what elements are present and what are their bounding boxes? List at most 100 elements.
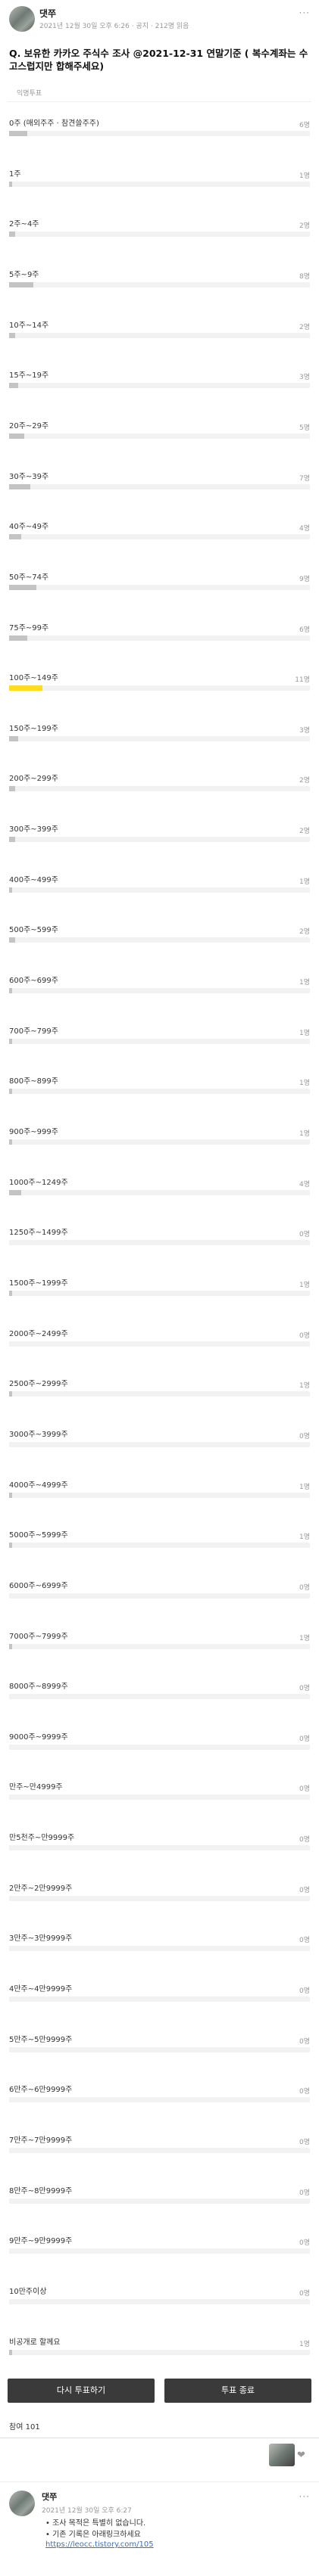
poll-option[interactable]: 400주~499주 1명 [8,862,311,906]
poll-option[interactable]: 300주~399주 2명 [8,812,311,856]
comment-more-icon[interactable]: ··· [299,2491,310,2502]
poll-option[interactable]: 7만주~7만9999주 0명 [8,2123,311,2167]
poll-option[interactable]: 0주 (매외주주 · 참견쓸주주) 6명 [8,106,311,150]
close-poll-button[interactable]: 투표 종료 [164,2379,311,2403]
poll-option-count[interactable]: 0명 [299,2136,310,2146]
poll-option-count[interactable]: 0명 [299,1733,310,1743]
poll-option[interactable]: 30주~39주 7명 [8,459,311,503]
revote-button[interactable]: 다시 투표하기 [8,2379,155,2403]
poll-option[interactable]: 75주~99주 6명 [8,611,311,654]
poll-option-count[interactable]: 0명 [299,1934,310,1944]
poll-option-count[interactable]: 1명 [299,1027,310,1037]
reactor-thumbnail[interactable] [269,2444,295,2466]
poll-option[interactable]: 1000주~1249주 4명 [8,1165,311,1209]
poll-option[interactable]: 9000주~9999주 0명 [8,1720,311,1763]
poll-option-count[interactable]: 7명 [299,473,310,483]
poll-option[interactable]: 5만주~5만9999주 0명 [8,2022,311,2066]
poll-option[interactable]: 2000주~2499주 0명 [8,1316,311,1360]
poll-option-count[interactable]: 6명 [299,120,310,129]
poll-option-count[interactable]: 2명 [299,825,310,835]
poll-option-count[interactable]: 11명 [295,674,310,684]
poll-option-count[interactable]: 0명 [299,1431,310,1440]
comment-link[interactable]: https://leocc.tistory.com/105 [45,2540,154,2549]
poll-option[interactable]: 7000주~7999주 1명 [8,1619,311,1663]
poll-option-count[interactable]: 0명 [299,1683,310,1692]
poll-option[interactable]: 8000주~8999주 0명 [8,1669,311,1713]
poll-option[interactable]: 50주~74주 9명 [8,560,311,604]
author-name[interactable]: 댓쭈 [39,7,56,20]
poll-option[interactable]: 2주~4주 2명 [8,207,311,250]
poll-option[interactable]: 700주~799주 1명 [8,1014,311,1058]
poll-option-count[interactable]: 0명 [299,2237,310,2247]
poll-option-count[interactable]: 0명 [299,1229,310,1238]
poll-option-count[interactable]: 1명 [299,1531,310,1541]
poll-option-count[interactable]: 1명 [299,1128,310,1138]
poll-option-count[interactable]: 6명 [299,624,310,634]
poll-option[interactable]: 150주~199주 3명 [8,711,311,755]
poll-option-count[interactable]: 4명 [299,523,310,533]
poll-option-count[interactable]: 1명 [299,2338,310,2348]
poll-option[interactable]: 800주~899주 1명 [8,1064,311,1108]
poll-option[interactable]: 15주~19주 3명 [8,358,311,402]
poll-option-count[interactable]: 2명 [299,775,310,785]
poll-option-count[interactable]: 0명 [299,2086,310,2096]
poll-option-count[interactable]: 5명 [299,422,310,432]
poll-option[interactable]: 3만주~3만9999주 0명 [8,1921,311,1965]
poll-option[interactable]: 4000주~4999주 1명 [8,1468,311,1512]
poll-option[interactable]: 2만주~2만9999주 0명 [8,1871,311,1915]
poll-option[interactable]: 100주~149주 11명 [8,660,311,704]
poll-option[interactable]: 8만주~8만9999주 0명 [8,2174,311,2217]
poll-option[interactable]: 2500주~2999주 1명 [8,1366,311,1410]
voter-count[interactable]: 참여 101 [9,2420,40,2432]
poll-option[interactable]: 1주 1명 [8,157,311,200]
poll-option[interactable]: 만주~만4999주 0명 [8,1770,311,1813]
author-avatar[interactable] [9,6,35,32]
poll-option[interactable]: 5주~9주 8명 [8,257,311,301]
poll-option-count[interactable]: 0명 [299,1330,310,1340]
poll-option-count[interactable]: 0명 [299,1582,310,1592]
poll-option[interactable]: 6000주~6999주 0명 [8,1568,311,1612]
poll-option-count[interactable]: 3명 [299,371,310,381]
poll-option[interactable]: 1500주~1999주 1명 [8,1266,311,1310]
poll-option-count[interactable]: 2명 [299,926,310,936]
poll-option[interactable]: 만5천주~만9999주 0명 [8,1820,311,1864]
poll-option-count[interactable]: 1명 [299,170,310,180]
poll-option-count[interactable]: 2명 [299,322,310,331]
poll-option[interactable]: 200주~299주 2명 [8,761,311,805]
poll-option[interactable]: 20주~29주 5명 [8,409,311,452]
poll-option-count[interactable]: 1명 [299,977,310,987]
reaction-icon[interactable]: ❤ [297,2450,305,2461]
poll-option[interactable]: 5000주~5999주 1명 [8,1518,311,1561]
poll-option-count[interactable]: 8명 [299,271,310,281]
poll-option[interactable]: 1250주~1499주 0명 [8,1215,311,1259]
poll-option[interactable]: 500주~599주 2명 [8,912,311,956]
poll-option[interactable]: 6만주~6만9999주 0명 [8,2072,311,2116]
poll-option[interactable]: 900주~999주 1명 [8,1114,311,1158]
poll-option-count[interactable]: 0명 [299,2288,310,2298]
poll-option-count[interactable]: 0명 [299,1834,310,1844]
poll-option-count[interactable]: 9명 [299,573,310,583]
poll-option-count[interactable]: 1명 [299,1077,310,1087]
poll-option-count[interactable]: 4명 [299,1179,310,1189]
poll-option-count[interactable]: 1명 [299,1279,310,1289]
poll-option[interactable]: 9만주~9만9999주 0명 [8,2223,311,2267]
poll-option[interactable]: 비공개로 할께요 1명 [8,2325,311,2369]
comment-avatar[interactable] [9,2491,35,2516]
poll-option-count[interactable]: 1명 [299,1633,310,1642]
poll-option[interactable]: 40주~49주 4명 [8,509,311,553]
poll-option[interactable]: 10주~14주 2명 [8,308,311,352]
poll-option-count[interactable]: 2명 [299,220,310,230]
poll-option[interactable]: 4만주~4만9999주 0명 [8,1972,311,2015]
poll-option-count[interactable]: 3명 [299,725,310,735]
comment-author[interactable]: 댓쭈 [42,2491,57,2503]
poll-option[interactable]: 10만주이상 0명 [8,2274,311,2318]
poll-option-count[interactable]: 0명 [299,1985,310,1995]
more-menu-icon[interactable]: ··· [299,8,310,18]
poll-option-count[interactable]: 1명 [299,1481,310,1491]
poll-option-count[interactable]: 0명 [299,2036,310,2046]
poll-option-count[interactable]: 0명 [299,1783,310,1793]
poll-option[interactable]: 600주~699주 1명 [8,963,311,1007]
poll-option-count[interactable]: 0명 [299,1885,310,1894]
poll-option-count[interactable]: 0명 [299,2187,310,2197]
poll-option-count[interactable]: 1명 [299,1380,310,1390]
